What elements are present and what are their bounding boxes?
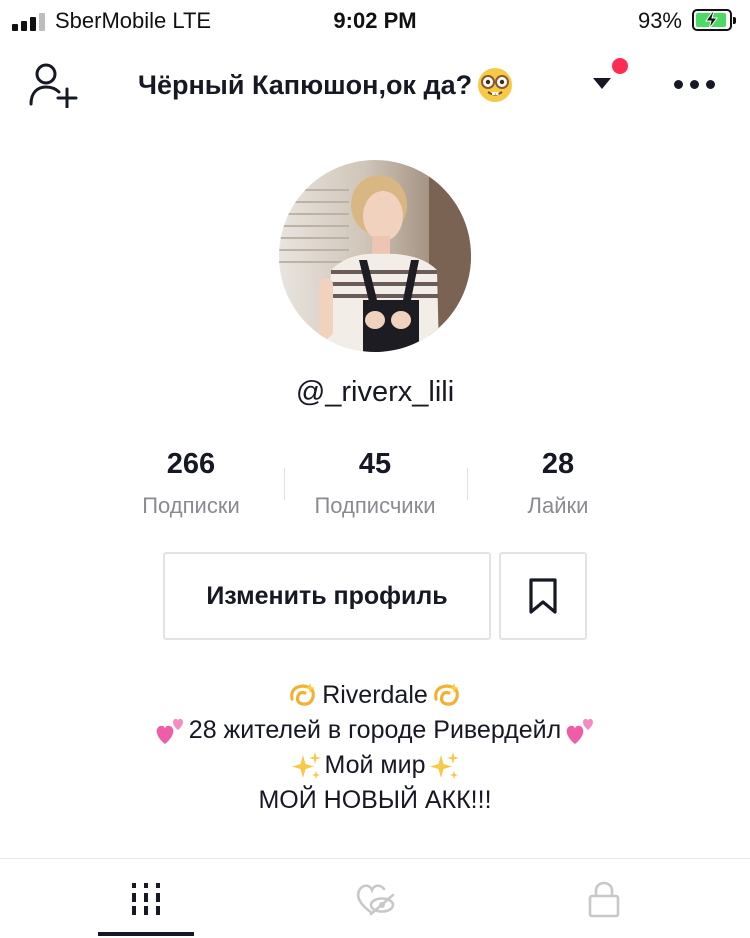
tab-private[interactable]	[479, 860, 729, 938]
more-options-icon[interactable]	[674, 80, 715, 89]
nerd-face-icon	[478, 68, 513, 102]
likes-label: Лайки	[527, 493, 589, 518]
profile-header: Чёрный Капюшон,ок да?	[0, 48, 750, 120]
lock-icon	[588, 881, 620, 918]
tab-liked[interactable]	[250, 860, 500, 938]
active-tab-indicator	[98, 932, 194, 936]
followers-label: Подписчики	[314, 493, 436, 518]
notification-dot	[612, 58, 628, 74]
sparkles-icon	[430, 751, 460, 779]
chevron-down-icon[interactable]	[593, 78, 611, 89]
following-count: 266	[166, 448, 216, 480]
avatar-photo	[279, 160, 471, 352]
dizzy-icon	[290, 682, 316, 706]
edit-profile-button[interactable]: Изменить профиль	[163, 552, 491, 640]
liked-heart-hidden-icon	[356, 884, 395, 916]
stat-following[interactable]: 266 Подписки	[101, 448, 281, 519]
battery-icon	[692, 9, 736, 31]
bio: Riverdale 28 жителей в городе Ривердейл …	[0, 678, 750, 818]
two-hearts-icon	[156, 718, 183, 744]
bio-line-2: 28 жителей в городе Ривердейл	[188, 716, 562, 744]
add-user-icon[interactable]	[28, 62, 80, 108]
bio-line-4: МОЙ НОВЫЙ АКК!!!	[258, 786, 492, 814]
status-bar: SberMobile LTE 9:02 PM 93%	[0, 0, 750, 40]
following-label: Подписки	[142, 493, 240, 518]
username: @_riverx_lili	[295, 376, 455, 408]
two-hearts-icon	[566, 718, 594, 744]
sparkles-icon	[291, 751, 321, 779]
tabs-divider	[0, 858, 750, 859]
dizzy-icon	[433, 682, 460, 706]
grid-icon	[132, 883, 160, 915]
bio-line-1: Riverdale	[322, 681, 428, 709]
stat-followers[interactable]: 45 Подписчики	[285, 448, 465, 519]
stat-likes[interactable]: 28 Лайки	[468, 448, 648, 519]
bio-line-3: Мой мир	[324, 751, 426, 779]
likes-count: 28	[541, 448, 575, 480]
charging-bolt-icon	[705, 11, 718, 29]
bookmark-icon	[529, 578, 557, 614]
favorites-button[interactable]	[499, 552, 587, 640]
followers-count: 45	[358, 448, 392, 480]
tab-videos[interactable]	[21, 860, 271, 938]
account-title: Чёрный Капюшон,ок да?	[138, 69, 473, 100]
avatar[interactable]	[279, 160, 471, 352]
account-switcher[interactable]: Чёрный Капюшон,ок да?	[138, 66, 514, 104]
battery-percentage: 93%	[637, 8, 682, 33]
